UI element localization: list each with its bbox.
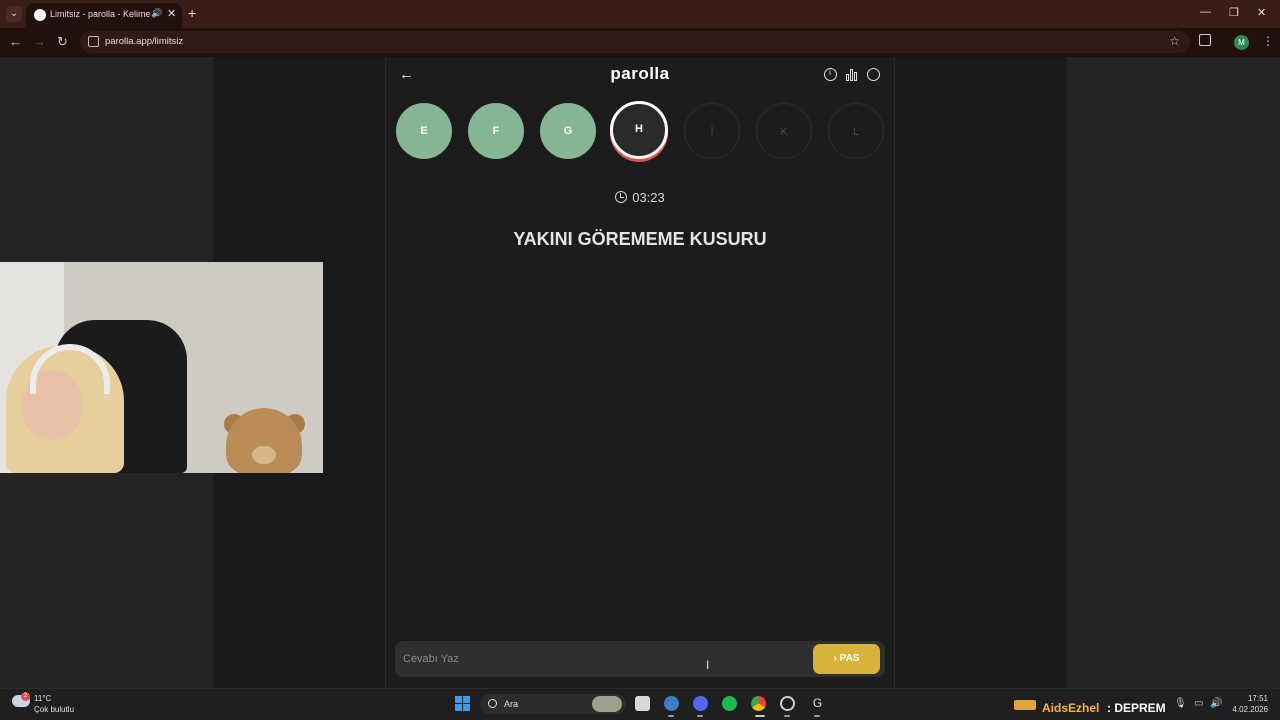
profile-icon[interactable] bbox=[867, 68, 880, 81]
bookmark-star-icon[interactable]: ☆ bbox=[1169, 34, 1180, 48]
timer: 03:23 bbox=[590, 190, 690, 205]
site-settings-icon[interactable] bbox=[88, 36, 99, 47]
letter-circle-k: K bbox=[756, 103, 812, 159]
search-label: Ara bbox=[504, 699, 519, 709]
spotify-icon[interactable] bbox=[722, 696, 737, 711]
tab-close-icon[interactable]: ✕ bbox=[167, 7, 176, 20]
windows-start-icon[interactable] bbox=[455, 696, 470, 711]
search-icon bbox=[488, 699, 497, 708]
weather-temperature[interactable]: 11°C bbox=[34, 694, 51, 703]
letter-circle-h-current: H bbox=[610, 101, 668, 159]
answer-input[interactable] bbox=[403, 649, 803, 669]
restore-icon[interactable]: ❐ bbox=[1229, 6, 1239, 19]
logitech-icon[interactable]: G bbox=[810, 696, 825, 711]
taskbar-search[interactable]: Ara bbox=[480, 694, 626, 714]
speaker-icon[interactable]: 🔊 bbox=[151, 8, 162, 19]
obs-icon[interactable] bbox=[780, 696, 795, 711]
letter-circle-f: F bbox=[468, 103, 524, 159]
info-icon[interactable] bbox=[824, 68, 837, 81]
letter-circle-g: G bbox=[540, 103, 596, 159]
pass-button[interactable]: › PAS bbox=[813, 644, 880, 674]
pass-label: PAS bbox=[839, 653, 860, 664]
menu-kebab-icon[interactable]: ⋮ bbox=[1262, 34, 1274, 48]
stream-chat-user: AidsEzhel bbox=[1042, 701, 1100, 715]
text-cursor-icon: I bbox=[706, 658, 710, 672]
question-text: YAKINI GÖREMEME KUSURU bbox=[513, 229, 767, 249]
search-highlight-image bbox=[592, 696, 622, 712]
url-text: parolla.app/limitsiz bbox=[105, 36, 184, 47]
weather-badge: 2 bbox=[21, 692, 30, 701]
stream-chat-message: : DEPREM bbox=[1107, 701, 1166, 715]
weather-description[interactable]: Çok bulutlu bbox=[34, 705, 74, 714]
browser-tab-bar: ⌄ Limitsiz - parolla - Kelime o 🔊 ✕ + — … bbox=[0, 0, 1280, 28]
task-view-icon[interactable] bbox=[635, 696, 650, 711]
stream-chat-badge bbox=[1014, 700, 1036, 710]
back-icon[interactable]: ← bbox=[9, 34, 22, 49]
browser-toolbar: ← → ↻ parolla.app/limitsiz ☆ bbox=[0, 28, 1280, 57]
browser-tab[interactable]: Limitsiz - parolla - Kelime o 🔊 ✕ bbox=[26, 3, 182, 28]
answer-bar: › PAS bbox=[395, 641, 885, 677]
window-close-icon[interactable]: ✕ bbox=[1257, 6, 1266, 19]
address-bar[interactable]: parolla.app/limitsiz ☆ bbox=[80, 31, 1190, 53]
network-icon[interactable]: ▭ bbox=[1194, 698, 1203, 709]
back-arrow-icon[interactable]: ← bbox=[399, 66, 414, 83]
discord-icon[interactable] bbox=[693, 696, 708, 711]
reload-icon[interactable]: ↻ bbox=[57, 34, 68, 50]
letter-circle-i: İ bbox=[684, 103, 740, 159]
letter-circle-l: L bbox=[828, 103, 884, 159]
stats-icon[interactable] bbox=[846, 68, 859, 81]
forward-icon[interactable]: → bbox=[33, 34, 46, 49]
clock-icon bbox=[615, 191, 628, 203]
minimize-icon[interactable]: — bbox=[1200, 6, 1211, 18]
app-icon[interactable] bbox=[664, 696, 679, 711]
chevron-right-icon: › bbox=[833, 653, 837, 664]
timer-value: 03:23 bbox=[632, 190, 665, 205]
profile-avatar[interactable]: M bbox=[1234, 35, 1249, 50]
tab-title: Limitsiz - parolla - Kelime o bbox=[50, 9, 150, 19]
new-tab-icon[interactable]: + bbox=[188, 5, 196, 21]
tab-search-chevron-icon[interactable]: ⌄ bbox=[6, 6, 22, 22]
letter-circle-e: E bbox=[396, 103, 452, 159]
microphone-icon[interactable]: 🎙 bbox=[1174, 698, 1187, 709]
extensions-icon[interactable] bbox=[1199, 34, 1211, 46]
chrome-icon[interactable] bbox=[751, 696, 766, 711]
webcam-overlay bbox=[0, 262, 323, 473]
brand-logo[interactable]: parolla bbox=[560, 64, 720, 84]
tab-favicon-icon bbox=[34, 9, 46, 21]
clock-time[interactable]: 17:51 bbox=[1236, 694, 1268, 703]
clock-date[interactable]: 4.02.2026 bbox=[1226, 705, 1268, 714]
volume-icon[interactable]: 🔊 bbox=[1210, 698, 1222, 709]
